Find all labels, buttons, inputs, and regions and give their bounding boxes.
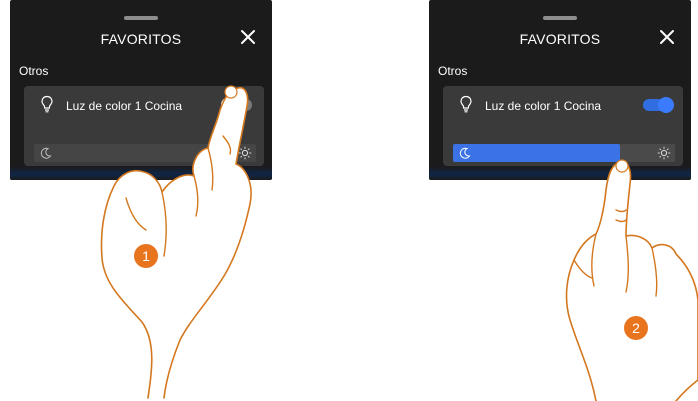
section-label: Otros xyxy=(19,64,49,78)
page-title: FAVORITOS xyxy=(519,31,601,47)
moon-icon xyxy=(459,147,471,159)
step-badge-1: 1 xyxy=(134,244,158,268)
page-title: FAVORITOS xyxy=(100,31,182,47)
lightbulb-icon xyxy=(41,95,53,113)
device-label: Luz de color 1 Cocina xyxy=(485,99,602,113)
drag-handle[interactable] xyxy=(124,16,158,20)
moon-icon xyxy=(40,147,52,159)
section-label: Otros xyxy=(438,64,468,78)
pointing-hand-illustration xyxy=(100,85,252,399)
close-icon[interactable] xyxy=(657,27,677,47)
device-toggle[interactable] xyxy=(643,97,674,113)
step-badge-2: 2 xyxy=(624,316,648,340)
toggle-knob xyxy=(658,97,674,113)
close-icon[interactable] xyxy=(238,27,258,47)
lightbulb-icon xyxy=(460,95,472,113)
pointing-hand-illustration xyxy=(565,159,698,401)
drag-handle[interactable] xyxy=(543,16,577,20)
